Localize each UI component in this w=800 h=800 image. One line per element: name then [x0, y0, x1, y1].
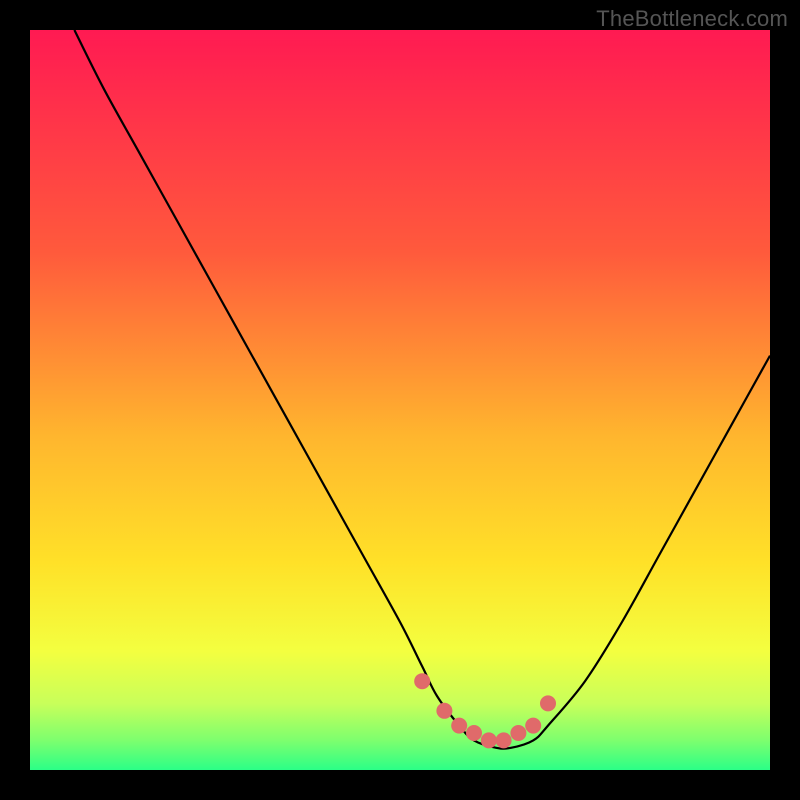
plot-container	[30, 30, 770, 770]
highlight-dot	[481, 732, 497, 748]
highlight-dot	[525, 718, 541, 734]
chart-frame: TheBottleneck.com	[0, 0, 800, 800]
highlight-dot	[451, 718, 467, 734]
highlight-dot	[436, 703, 452, 719]
watermark-text: TheBottleneck.com	[596, 6, 788, 32]
highlight-dot	[414, 673, 430, 689]
highlight-dot	[496, 732, 512, 748]
highlight-dot	[510, 725, 526, 741]
bottleneck-chart	[30, 30, 770, 770]
highlight-dot	[540, 695, 556, 711]
highlight-dot	[466, 725, 482, 741]
gradient-background	[30, 30, 770, 770]
